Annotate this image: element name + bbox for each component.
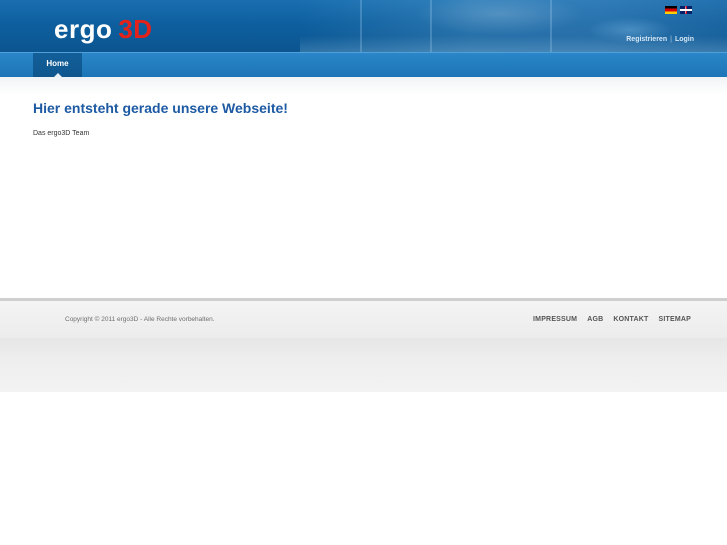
logo-text-ergo: ergo [54,14,113,44]
user-links-separator: | [670,36,672,43]
footer-link-agb[interactable]: AGB [587,316,603,323]
flag-germany-icon[interactable] [665,6,677,14]
footer-link-kontakt[interactable]: KONTAKT [613,316,648,323]
header-banner-image [300,0,727,52]
main-navigation: Home [0,52,727,77]
site-logo[interactable]: ergo 3D [54,12,153,46]
site-header: ergo 3D Registrieren | Login [0,0,727,52]
page-text: Das ergo3D Team [33,130,90,137]
language-switcher [665,6,692,14]
nav-shadow [0,77,727,95]
copyright-text: Copyright © 2011 ergo3D - Alle Rechte vo… [65,316,215,323]
footer-link-sitemap[interactable]: SITEMAP [658,316,691,323]
register-link[interactable]: Registrieren [626,36,667,43]
login-link[interactable]: Login [675,36,694,43]
flag-uk-icon[interactable] [680,6,692,14]
footer-links: IMPRESSUM AGB KONTAKT SITEMAP [533,316,691,323]
page-title: Hier entsteht gerade unsere Webseite! [33,100,288,116]
site-footer: Copyright © 2011 ergo3D - Alle Rechte vo… [0,298,727,338]
logo-text-3d: 3D [118,14,153,44]
user-links: Registrieren | Login [626,36,694,43]
footer-link-impressum[interactable]: IMPRESSUM [533,316,577,323]
footer-bottom-band [0,338,727,392]
